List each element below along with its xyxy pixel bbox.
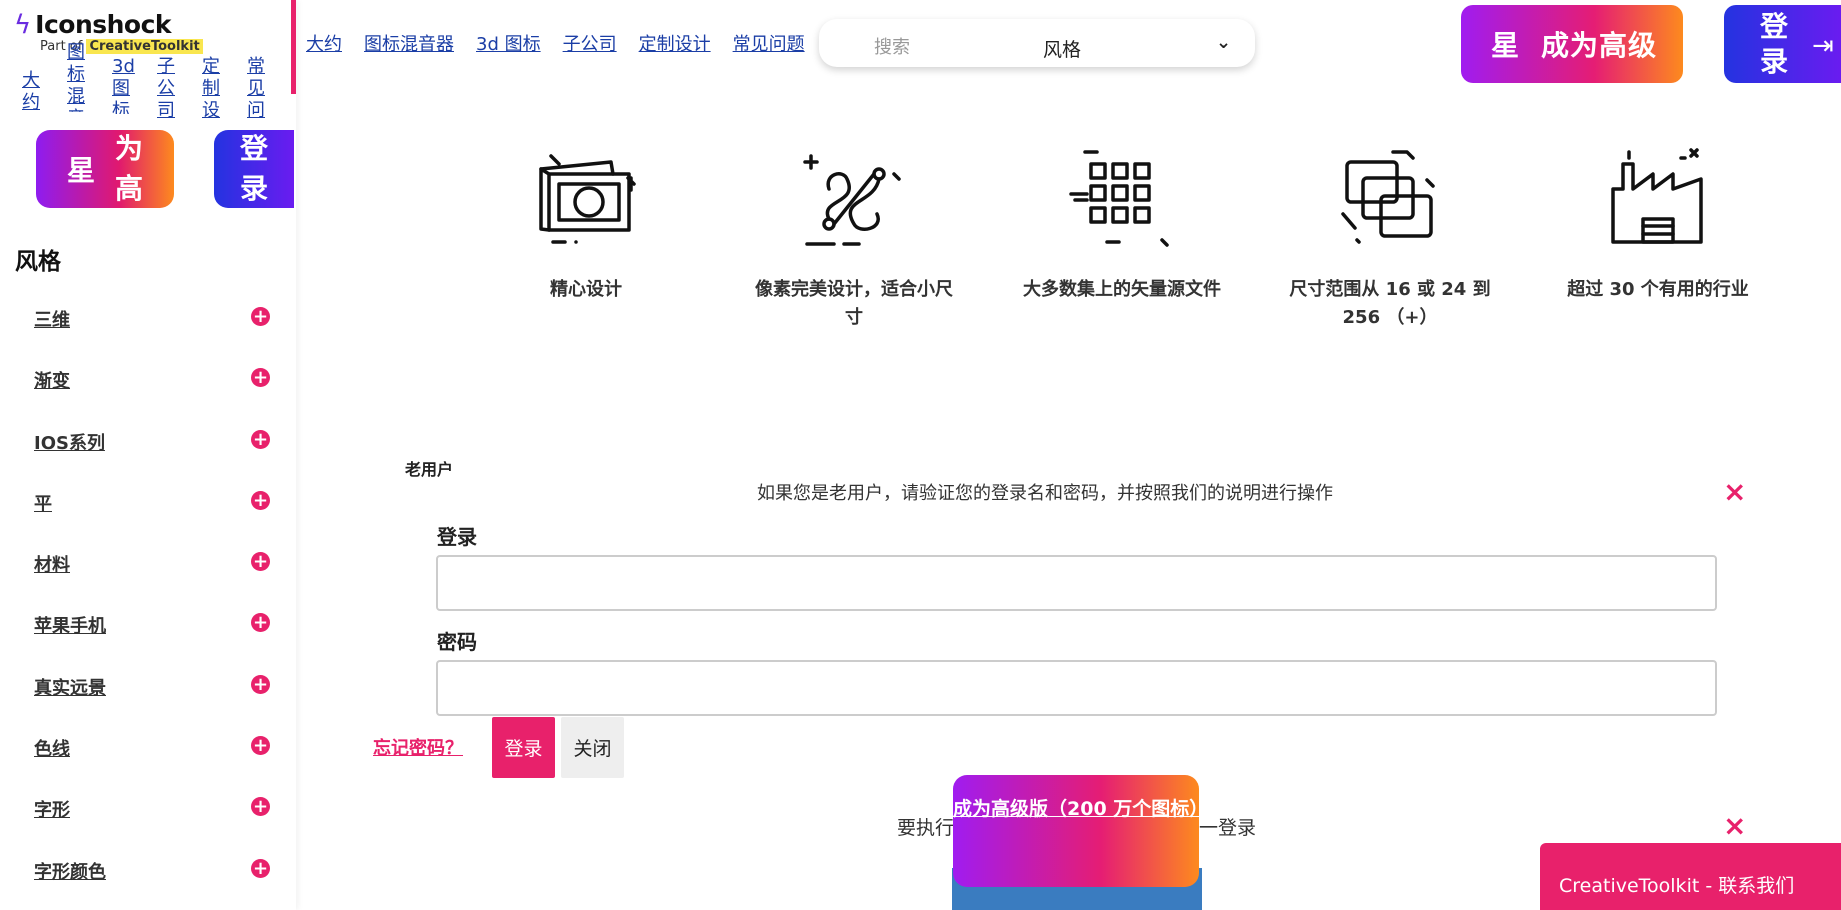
plus-icon[interactable]: + [251,368,270,388]
plus-icon[interactable]: + [251,613,270,633]
feature-text: 像素完美设计，适合小尺寸 [755,279,953,328]
login-field-label: 登录 [437,525,477,549]
plus-icon[interactable]: + [251,674,270,694]
plus-icon[interactable]: + [251,552,270,572]
feature-item: 像素完美设计，适合小尺寸 [720,144,988,332]
top-nav: 大约 图标混音器 3d 图标 子公司 定制设计 常见问题 [306,30,805,56]
sidebar: ϟ Iconshock Part of CreativeToolkit 大 约 … [0,0,296,910]
nav-about[interactable]: 大约 [306,30,342,56]
feature-item: 大多数集上的矢量源文件 [988,144,1256,332]
close-icon[interactable]: × [1723,812,1746,840]
bolt-icon: ϟ [14,9,32,40]
features-row: 精心设计 像素完美设计，适合小尺寸 大多数集上的矢量源文件 尺寸范围从 16 或… [452,144,1792,332]
sidebar-mini-nav: 大 约 图 标 混 音 3d 图 标 子 公 司 定 制 设 常 见 问 [22,42,292,122]
old-user-description: 如果您是老用户，请验证您的登录名和密码，并按照我们的说明进行操作 [757,483,1333,504]
close-icon[interactable]: × [1723,478,1746,506]
sidebar-nav-3d-icons[interactable]: 3d 图 标 [112,56,157,114]
style-item-glyph-color[interactable]: 字形颜色 + [34,858,270,910]
old-user-title: 老用户 [405,460,454,479]
style-item-3d[interactable]: 三维 + [34,306,270,367]
nav-faq[interactable]: 常见问题 [733,30,805,56]
sidebar-become-pro-button[interactable]: 星 为 高 [36,130,174,208]
style-select[interactable]: 风格 [1043,35,1081,62]
login-arrow-icon: ⇥ [1812,31,1834,61]
style-item-gradient[interactable]: 渐变 + [34,367,270,428]
plus-icon[interactable]: + [251,858,270,878]
style-item-iphone[interactable]: 苹果手机 + [34,612,270,673]
logo[interactable]: ϟ Iconshock [14,9,172,40]
feature-text: 超过 30 个有用的行业 [1567,279,1749,300]
star-icon: 星 [66,154,95,187]
bottom-notice-left: 要执行 [897,817,955,839]
style-item-glyph[interactable]: 字形 + [34,796,270,857]
sidebar-nav-faq[interactable]: 常 见 问 [247,56,292,122]
logo-subtitle: Part of CreativeToolkit [40,39,203,54]
plus-icon[interactable]: + [251,307,270,326]
resize-layers-icon [1341,150,1435,244]
form-login-button[interactable]: 登录 [492,717,555,778]
sidebar-accent-bar [291,0,296,94]
feature-text: 大多数集上的矢量源文件 [1023,279,1221,300]
become-pro-floating-button[interactable]: 成为高级版（200 万个图标） [953,775,1208,887]
nav-custom-design[interactable]: 定制设计 [639,30,711,56]
grid-icon [1069,150,1169,247]
feature-text: 精心设计 [550,279,622,300]
password-field-label: 密码 [437,630,477,654]
chevron-down-icon[interactable]: ⌄ [1216,32,1231,53]
search-input[interactable]: 搜索 [874,33,910,59]
style-item-color-line[interactable]: 色线 + [34,735,270,796]
login-field[interactable] [436,555,1717,611]
logo-text: Iconshock [35,10,172,39]
nav-subsidiary[interactable]: 子公司 [563,30,617,56]
style-item-material[interactable]: 材料 + [34,551,270,612]
style-list: 三维 + 渐变 + IOS系列 + 平 + 材料 + 苹果手机 + 真实远景 + 色线 + 字形… [34,306,270,910]
feature-item: 尺寸范围从 16 或 24 到 256 （+） [1256,144,1524,332]
nav-icon-mixer[interactable]: 图标混音器 [364,30,454,56]
plus-icon[interactable]: + [251,736,270,756]
password-field[interactable] [436,660,1717,716]
sidebar-nav-subsidiary[interactable]: 子 公 司 [157,56,202,122]
feature-item: 超过 30 个有用的行业 [1524,144,1792,332]
contact-us-button[interactable]: CreativeToolkit - 联系我们 [1540,843,1841,910]
search-bar: 搜索 风格 ⌄ [819,19,1255,67]
factory-icon [1611,148,1703,244]
style-item-realistic-perspective[interactable]: 真实远景 + [34,674,270,735]
sidebar-nav-about[interactable]: 大 约 [22,56,67,122]
login-button[interactable]: 登 录 ⇥ [1724,5,1841,83]
sidebar-nav-icon-mixer[interactable]: 图 标 混 音 [67,42,112,112]
star-icon: 星 [1491,29,1520,62]
style-item-flat[interactable]: 平 + [34,490,270,551]
sidebar-login-button[interactable]: 登 录 [214,130,294,208]
plus-icon[interactable]: + [251,797,270,817]
nav-3d-icons[interactable]: 3d 图标 [476,30,541,56]
photo-frame-icon [539,154,636,244]
style-item-ios[interactable]: IOS系列 + [34,429,270,490]
vector-path-icon [803,154,901,246]
forgot-password-link[interactable]: 忘记密码？ [373,734,463,760]
feature-item: 精心设计 [452,144,720,332]
feature-text: 尺寸范围从 16 或 24 到 256 （+） [1289,279,1491,328]
style-heading: 风格 [15,249,61,275]
form-close-button[interactable]: 关闭 [561,717,624,778]
sidebar-nav-custom-design[interactable]: 定 制 设 [202,56,247,122]
plus-icon[interactable]: + [251,490,270,510]
plus-icon[interactable]: + [251,429,270,449]
become-pro-button[interactable]: 星 成为高级 [1461,5,1683,83]
